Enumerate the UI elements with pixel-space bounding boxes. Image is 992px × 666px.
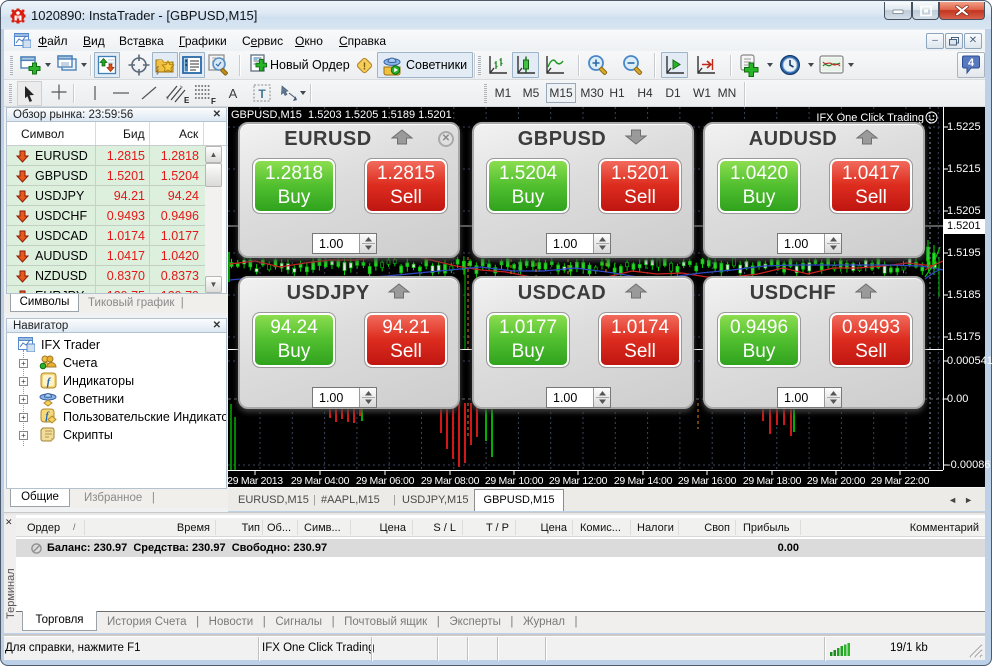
svg-text:T: T <box>258 87 266 101</box>
svg-text:4: 4 <box>968 57 975 69</box>
svg-text:F: F <box>211 97 216 106</box>
svg-text:A: A <box>229 86 238 101</box>
svg-text:E: E <box>184 96 190 105</box>
svg-text:!: ! <box>363 61 366 72</box>
